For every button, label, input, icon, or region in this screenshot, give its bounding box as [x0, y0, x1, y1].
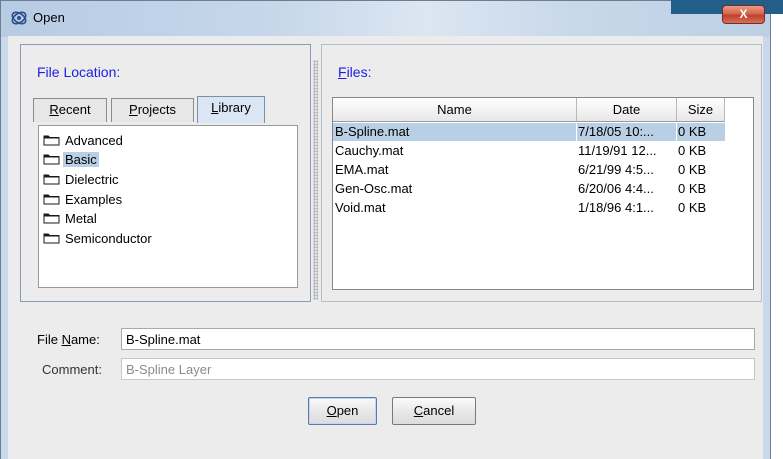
open-button[interactable]: Open — [308, 397, 377, 425]
table-row[interactable]: B-Spline.mat 7/18/05 10:... 0 KB — [333, 123, 725, 141]
file-date-cell: 11/19/91 12... — [578, 143, 657, 158]
close-button[interactable]: X — [722, 5, 765, 24]
file-size-cell: 0 KB — [678, 162, 707, 177]
table-row[interactable]: Void.mat 1/18/96 4:1... 0 KB — [333, 199, 725, 217]
file-name-cell: Cauchy.mat — [335, 143, 404, 158]
file-name-cell: Void.mat — [335, 200, 386, 215]
comment-field — [121, 358, 755, 380]
files-table[interactable]: Name Date Size B-Spline.mat 7/18/05 10:.… — [332, 97, 754, 290]
folder-icon — [43, 233, 60, 244]
folder-tree[interactable]: Advanced Basic Dielectric Examples Metal… — [38, 125, 298, 288]
folder-item-dielectric[interactable]: Dielectric — [43, 170, 120, 188]
folder-item-metal[interactable]: Metal — [43, 209, 99, 227]
files-label: Files: — [338, 64, 372, 80]
cell-divider — [576, 123, 577, 141]
folder-item-semiconductor[interactable]: Semiconductor — [43, 229, 154, 247]
cancel-button[interactable]: Cancel — [392, 397, 476, 425]
file-size-cell: 0 KB — [678, 124, 707, 139]
folder-icon — [43, 213, 60, 224]
file-date-cell: 6/21/99 4:5... — [578, 162, 654, 177]
file-name-cell: EMA.mat — [335, 162, 389, 177]
folder-item-basic[interactable]: Basic — [43, 150, 99, 168]
file-size-cell: 0 KB — [678, 143, 707, 158]
file-name-label: File Name: — [37, 332, 100, 347]
file-location-label: File Location: — [37, 64, 121, 80]
table-row[interactable]: EMA.mat 6/21/99 4:5... 0 KB — [333, 161, 725, 179]
file-name-cell: B-Spline.mat — [335, 124, 410, 139]
column-header-date[interactable]: Date — [577, 98, 677, 122]
close-icon: X — [739, 7, 748, 21]
table-row[interactable]: Cauchy.mat 11/19/91 12... 0 KB — [333, 142, 725, 160]
folder-icon — [43, 194, 60, 205]
tab-recent[interactable]: Recent — [33, 98, 107, 122]
panel-splitter[interactable] — [313, 60, 318, 300]
tab-library[interactable]: Library — [197, 96, 265, 123]
title-bar[interactable] — [1, 1, 770, 37]
folder-icon — [43, 135, 60, 146]
file-name-cell: Gen-Osc.mat — [335, 181, 413, 196]
window-title: Open — [33, 10, 65, 25]
tab-projects[interactable]: Projects — [111, 98, 194, 122]
file-date-cell: 6/20/06 4:4... — [578, 181, 654, 196]
file-date-cell: 7/18/05 10:... — [578, 124, 654, 139]
open-dialog-icon — [11, 11, 27, 25]
folder-item-examples[interactable]: Examples — [43, 190, 124, 208]
file-name-input[interactable] — [121, 328, 755, 350]
column-header-size[interactable]: Size — [677, 98, 725, 122]
file-size-cell: 0 KB — [678, 200, 707, 215]
column-header-name[interactable]: Name — [333, 98, 577, 122]
folder-icon — [43, 154, 60, 165]
cell-divider — [676, 123, 677, 141]
file-date-cell: 1/18/96 4:1... — [578, 200, 654, 215]
file-size-cell: 0 KB — [678, 181, 707, 196]
folder-item-advanced[interactable]: Advanced — [43, 131, 125, 149]
table-row[interactable]: Gen-Osc.mat 6/20/06 4:4... 0 KB — [333, 180, 725, 198]
folder-icon — [43, 174, 60, 185]
comment-label: Comment: — [42, 362, 102, 377]
